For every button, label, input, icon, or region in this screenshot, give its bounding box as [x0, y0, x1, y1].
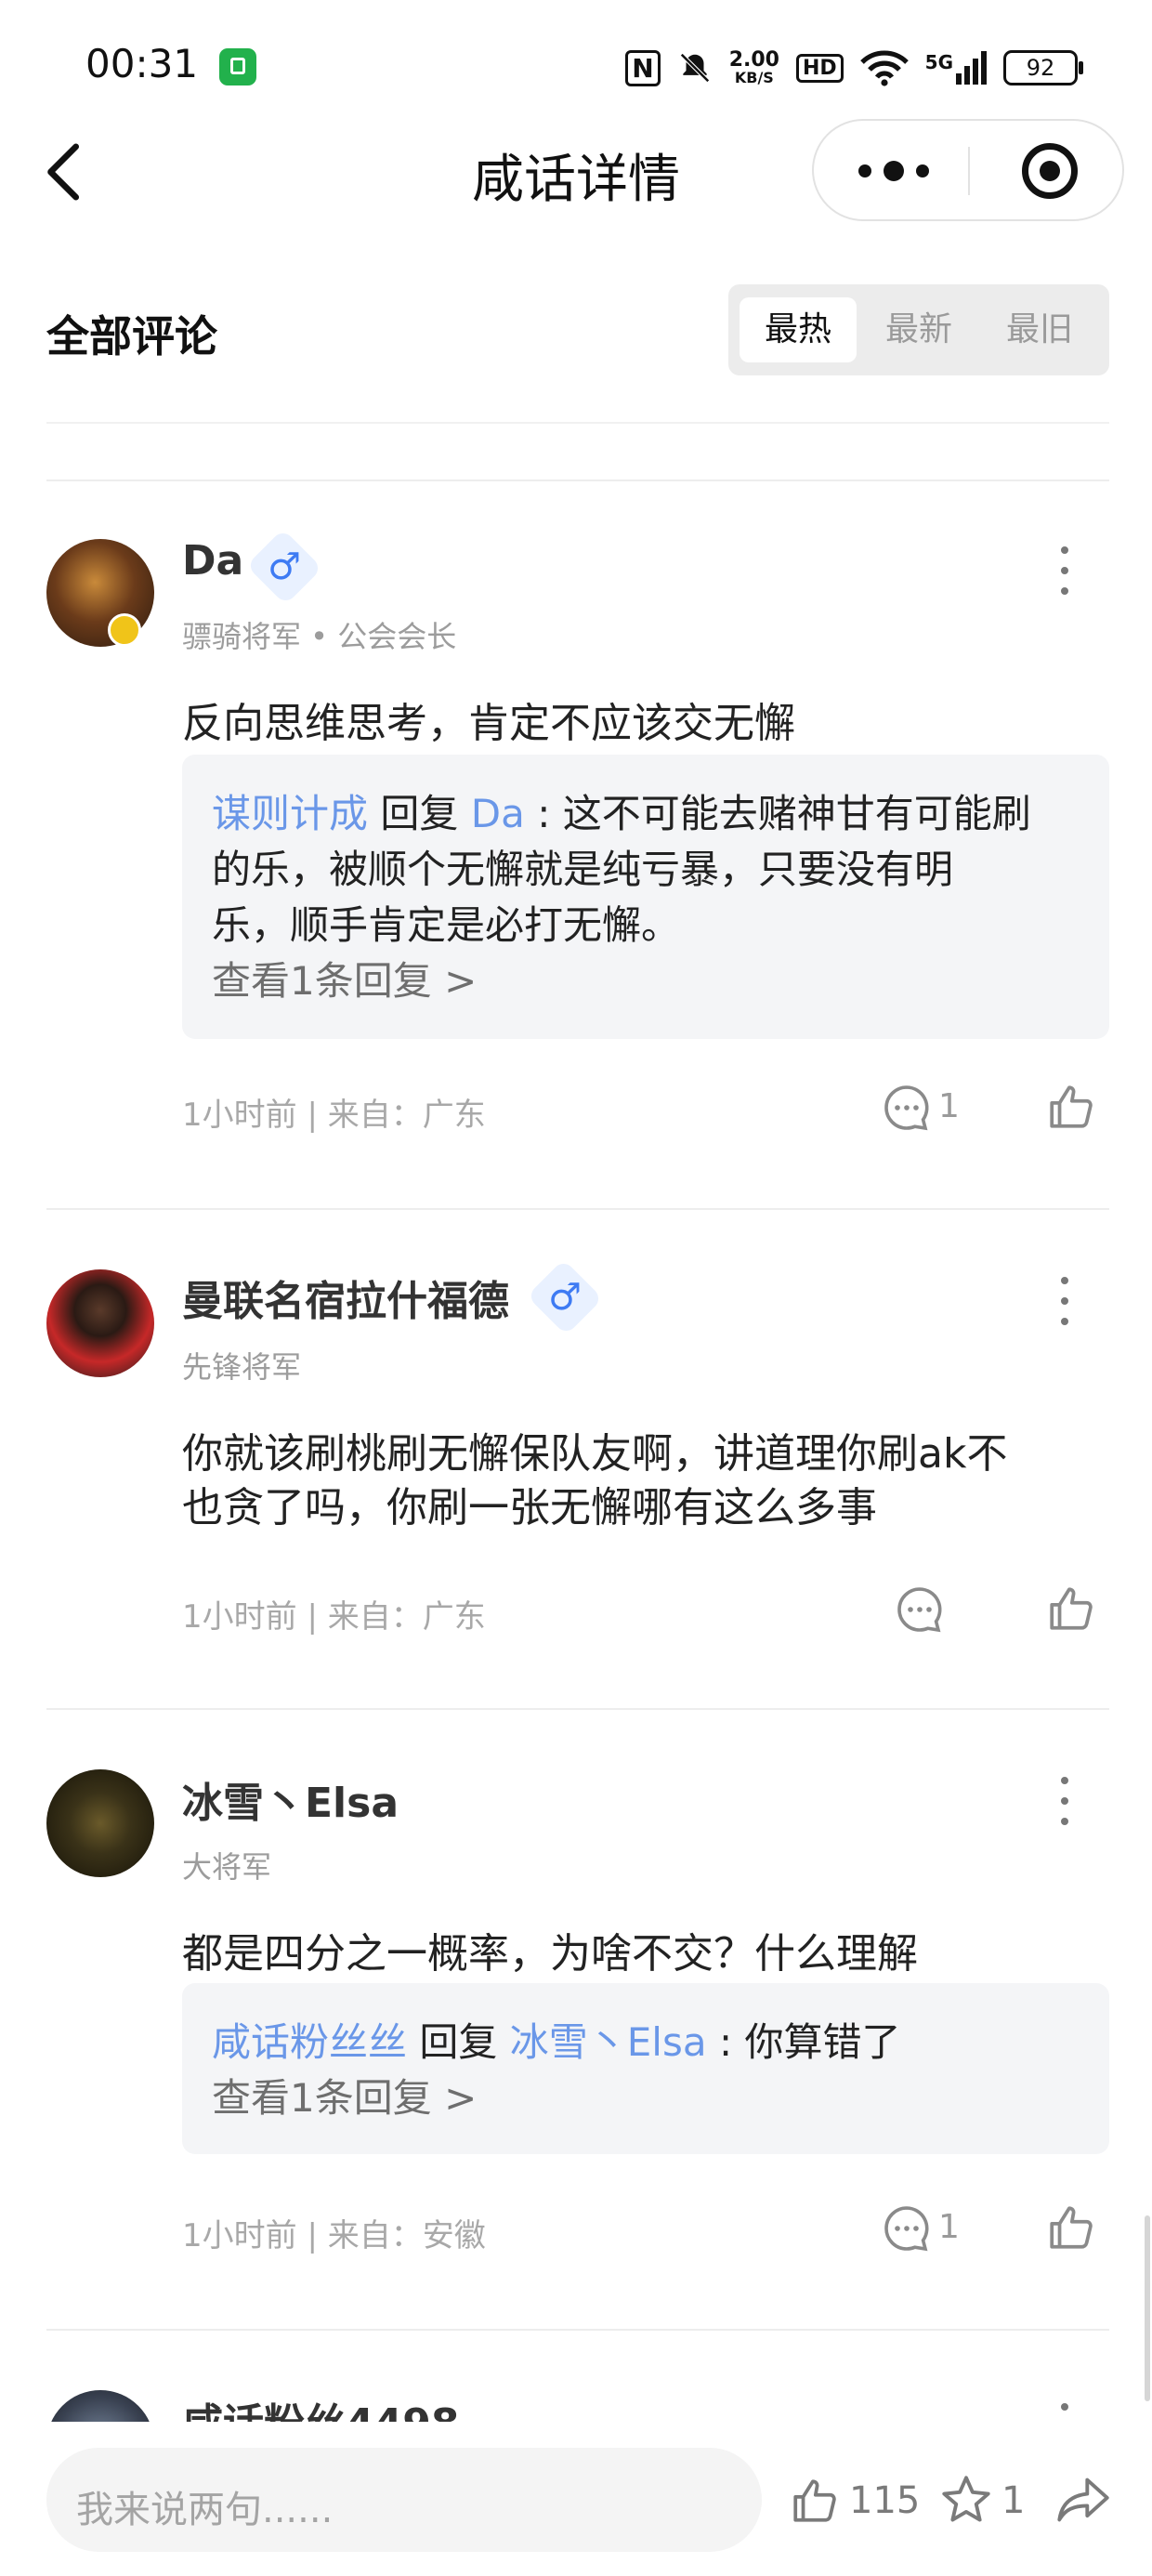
- divider: [46, 480, 1109, 481]
- reply-comment-button[interactable]: [883, 2204, 931, 2256]
- hd-badge: HD: [795, 53, 844, 83]
- reply-comment-button[interactable]: [896, 1585, 944, 1637]
- tab-hot[interactable]: 最热: [740, 297, 857, 362]
- status-time: 00:31: [85, 41, 199, 86]
- reply-comment-button[interactable]: [883, 1084, 931, 1136]
- tab-newest[interactable]: 最新: [860, 297, 977, 362]
- favorite-button[interactable]: [940, 2474, 992, 2530]
- divider: [46, 422, 1109, 424]
- divider: [46, 1208, 1109, 1210]
- sort-tabs: 最热 最新 最旧: [728, 284, 1109, 375]
- like-button[interactable]: [1046, 1584, 1096, 1637]
- reply-count: 1: [938, 2208, 960, 2246]
- comment-meta: 1小时前 | 来自：安徽: [182, 2217, 486, 2254]
- mini-program-capsule: [812, 119, 1124, 221]
- comment-bubble-icon: [897, 1587, 942, 1633]
- comment-username[interactable]: 冰雪丶Elsa: [182, 1769, 399, 1829]
- capsule-divider: [968, 147, 970, 195]
- verified-badge-icon: [108, 613, 141, 647]
- comment-content: 你就该刷桃刷无懈保队友啊，讲道理你刷ak不 也贪了吗，你刷一张无懈哪有这么多事: [182, 1430, 1008, 1531]
- thumbs-up-icon: [1050, 1085, 1093, 1128]
- share-arrow-icon: [1057, 2477, 1109, 2522]
- reply-target[interactable]: Da: [471, 791, 525, 836]
- nfc-icon: N: [625, 49, 661, 86]
- comments-section-title: 全部评论: [46, 311, 217, 361]
- avatar[interactable]: [46, 1269, 154, 1377]
- user-rank: 先锋将军: [182, 1349, 302, 1385]
- view-replies-link[interactable]: 查看1条回复 >: [212, 953, 1080, 1009]
- comment-username[interactable]: Da: [182, 537, 243, 585]
- reply-count: 1: [938, 1087, 960, 1125]
- tab-oldest[interactable]: 最旧: [981, 297, 1098, 362]
- kebab-menu-icon[interactable]: [1059, 1277, 1070, 1325]
- reply-preview[interactable]: 谋则计成 回复 Da : 这不可能去赌神甘有可能刷 的乐，被顺个无懈就是纯亏暴，…: [182, 755, 1109, 1039]
- comment-bubble-icon: [884, 2206, 929, 2252]
- reply-author[interactable]: 谋则计成: [212, 791, 368, 836]
- kebab-menu-icon[interactable]: [1059, 546, 1070, 595]
- kebab-menu-icon[interactable]: [1059, 1777, 1070, 1825]
- status-icons: N 2.00 KB/S HD 5G 92: [625, 43, 1083, 93]
- wifi-icon: [859, 50, 909, 86]
- network-speed: 2.00 KB/S: [728, 48, 779, 86]
- more-dots-icon[interactable]: [858, 145, 929, 197]
- signal-5g: 5G: [925, 51, 987, 85]
- like-button[interactable]: [1046, 2202, 1096, 2256]
- star-icon: [942, 2476, 990, 2522]
- comment-content: 反向思维思考，肯定不应该交无懈: [182, 700, 795, 747]
- comment-content: 都是四分之一概率，为啥不交？什么理解: [182, 1930, 918, 1978]
- thumbs-up-icon: [1050, 1587, 1093, 1630]
- comment-username[interactable]: 曼联名宿拉什福德: [182, 1268, 509, 1327]
- thumbs-up-icon: [793, 2479, 836, 2522]
- share-button[interactable]: [1055, 2474, 1111, 2530]
- battery-indicator: 92: [1003, 50, 1083, 85]
- target-close-icon[interactable]: [1022, 143, 1078, 199]
- reply-author[interactable]: 咸话粉丝丝: [212, 2019, 407, 2065]
- reply-preview[interactable]: 咸话粉丝丝 回复 冰雪丶Elsa : 你算错了 查看1条回复 >: [182, 1983, 1109, 2154]
- like-button[interactable]: [1046, 1082, 1096, 1136]
- view-replies-link[interactable]: 查看1条回复 >: [212, 2070, 1080, 2126]
- user-rank: 骠骑将军 • 公会会长: [182, 619, 457, 654]
- gender-male-badge: ♂: [526, 1258, 604, 1336]
- comment-input[interactable]: 我来说两句......: [46, 2448, 762, 2552]
- comment-meta: 1小时前 | 来自：广东: [182, 1598, 486, 1636]
- comment-meta: 1小时前 | 来自：广东: [182, 1097, 486, 1134]
- bell-off-icon: [679, 53, 710, 83]
- avatar[interactable]: [46, 1769, 154, 1877]
- user-rank: 大将军: [182, 1849, 272, 1885]
- like-count: 115: [849, 2479, 921, 2522]
- divider: [46, 1708, 1109, 1710]
- comment-bubble-icon: [884, 1085, 929, 1131]
- divider: [46, 2329, 1109, 2331]
- app-notification-icon: [219, 48, 256, 85]
- post-like-button[interactable]: [790, 2476, 840, 2530]
- favorite-count: 1: [1001, 2479, 1026, 2522]
- scrollbar[interactable]: [1145, 2215, 1150, 2401]
- reply-target[interactable]: 冰雪丶Elsa: [510, 2019, 707, 2065]
- gender-male-badge: ♂: [245, 528, 323, 606]
- thumbs-up-icon: [1050, 2206, 1093, 2249]
